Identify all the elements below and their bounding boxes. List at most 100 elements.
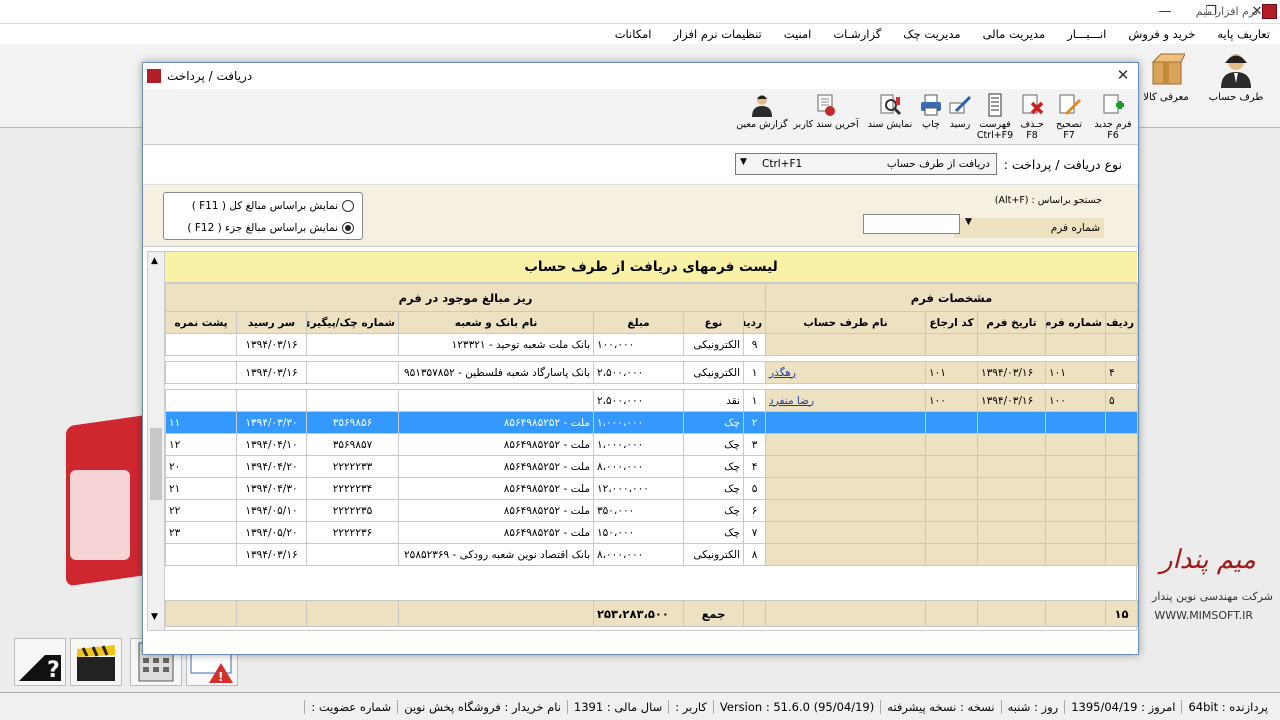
col-bank[interactable]: نام بانک و شعبه <box>398 311 595 334</box>
col-form-number[interactable]: شماره فرم <box>1045 311 1107 334</box>
menu-security[interactable]: امنیت <box>784 27 812 41</box>
menu-reports[interactable]: گزارشـات <box>833 27 881 41</box>
menu-settings[interactable]: تنظیمات نرم افزار <box>673 27 761 41</box>
col-back-number[interactable]: پشت نمره <box>164 311 238 334</box>
col-amount[interactable]: مبلغ <box>593 311 685 334</box>
menu-cheques[interactable]: مدیریت چک <box>903 27 960 41</box>
grid-scrollbar[interactable]: ▲ ▼ <box>148 252 165 630</box>
radio-detail-amounts[interactable]: نمایش براساس مبالغ جزء ( F12 ) <box>187 222 354 234</box>
cell-bank <box>398 389 595 412</box>
background-logo-detail <box>70 470 130 560</box>
grid-group-header: مشخصات فرم ریز مبالغ موجود در فرم <box>164 283 1139 312</box>
table-row[interactable]: ۴ ۱۰۱ ۱۳۹۴/۰۳/۱۶ ۱۰۱ رهگذر ۱ الکترونیکی ۲،۵۰۰،۰… <box>164 361 1139 384</box>
col-form-date[interactable]: تاریخ فرم <box>977 311 1047 334</box>
menu-base-definitions[interactable]: تعاریف پایه <box>1217 27 1270 41</box>
table-row[interactable]: ۹ الکترونیکی ۱۰۰،۰۰۰ بانک ملت شعبه توحید - … <box>164 333 1139 356</box>
help-button[interactable]: ? <box>14 638 66 686</box>
maximize-button[interactable]: ❐ <box>1188 0 1234 24</box>
summary-empty-cell <box>743 600 766 627</box>
delete-button[interactable]: حـذف F8 <box>1015 91 1049 141</box>
cell-party-name <box>765 477 927 500</box>
cell-bank: ملت - ۸۵۶۴۹۸۵۲۵۲ <box>398 455 595 478</box>
cell-sub-row: ۳ <box>743 433 767 456</box>
col-sub-row[interactable]: ردیف <box>743 311 767 334</box>
table-row[interactable]: ۵ ۱۰۰ ۱۳۹۴/۰۳/۱۶ ۱۰۰ رضا منفرد ۱ نقد ۲،۵۰۰،۰۰۰ <box>164 389 1139 412</box>
cell-bank: ملت - ۸۵۶۴۹۸۵۲۵۲ <box>398 499 595 522</box>
cell-type: نقد <box>683 389 745 412</box>
dialog-toolbar: فرم جدید F6 تصحیح F7 حـذف F8 فهرست Ctrl+F9 ر… <box>143 89 1138 145</box>
scroll-thumb[interactable] <box>150 428 162 500</box>
cell-form-date <box>977 499 1047 522</box>
table-row[interactable]: ۵ چک ۱۲،۰۰۰،۰۰۰ ملت - ۸۵۶۴۹۸۵۲۵۲ ۲۲۲۲۲۳۴ ۱۳۹۴… <box>164 477 1139 500</box>
new-form-button[interactable]: فرم جدید F6 <box>1091 91 1135 141</box>
cell-party-name <box>765 333 927 356</box>
cell-due-date: ۱۳۹۴/۰۳/۳۰ <box>236 411 308 434</box>
cell-back-number: ۱۱ <box>164 411 238 434</box>
col-row[interactable]: ردیف <box>1105 311 1139 334</box>
summary-count: ۱۵ <box>1105 600 1138 627</box>
print-button[interactable]: چاپ <box>917 91 945 130</box>
cell-form-date: ۱۳۹۴/۰۳/۱۶ <box>977 361 1047 384</box>
cell-row <box>1105 433 1139 456</box>
cell-ref-code <box>925 477 979 500</box>
menu-warehouse[interactable]: انـــبـــار <box>1067 27 1106 41</box>
cell-back-number: ۱۲ <box>164 433 238 456</box>
table-row[interactable]: ۶ چک ۳۵۰،۰۰۰ ملت - ۸۵۶۴۹۸۵۲۵۲ ۲۲۲۲۲۳۵ ۱۳۹۴/۰۵… <box>164 499 1139 522</box>
company-signature: میم پندار <box>1160 545 1256 575</box>
receive-pay-dialog: دریافت / پرداخت ✕ فرم جدید F6 تصحیح F7 حـذ… <box>142 62 1139 655</box>
media-button[interactable] <box>70 638 122 686</box>
cell-ref-code <box>925 433 979 456</box>
cell-party-name[interactable]: رضا منفرد <box>765 389 927 412</box>
last-user-document-icon <box>817 94 835 116</box>
type-label: نوع دریافت / پرداخت : <box>1003 157 1122 172</box>
menu-financial[interactable]: مدیریت مالی <box>983 27 1046 41</box>
ledger-report-button[interactable]: گزارش معین <box>735 91 789 130</box>
last-user-document-button[interactable]: آخرین سند کاربر <box>789 91 863 130</box>
account-party-button[interactable]: طرف حساب <box>1206 48 1266 124</box>
table-row[interactable]: ۳ چک ۱،۰۰۰،۰۰۰ ملت - ۸۵۶۴۹۸۵۲۵۲ ۳۵۶۹۸۵۷ ۱۳۹۴/… <box>164 433 1139 456</box>
cell-form-number <box>1045 543 1107 566</box>
scroll-down-icon[interactable]: ▼ <box>151 612 158 622</box>
delete-label: حـذف <box>1020 119 1044 130</box>
col-cheque-number[interactable]: شماره چک/پیگیری <box>306 311 400 334</box>
scroll-up-icon[interactable]: ▲ <box>151 256 158 266</box>
cell-party-name[interactable]: رهگذر <box>765 361 927 384</box>
edit-icon <box>1059 94 1081 115</box>
menu-purchase-sales[interactable]: خرید و فروش <box>1128 27 1195 41</box>
goods-intro-button[interactable]: معرفی کالا <box>1136 48 1196 124</box>
table-row[interactable]: ۴ چک ۸،۰۰۰،۰۰۰ ملت - ۸۵۶۴۹۸۵۲۵۲ ۲۲۲۲۲۳۳ ۱۳۹۴/… <box>164 455 1139 478</box>
cell-due-date: ۱۳۹۴/۰۴/۱۰ <box>236 433 308 456</box>
radio-total-amounts[interactable]: نمایش براساس مبالغ کل ( F11 ) <box>192 200 354 212</box>
help-icon: ? <box>19 655 61 683</box>
dialog-close-button[interactable]: ✕ <box>1113 66 1133 84</box>
col-ref-code[interactable]: کد ارجاع <box>925 311 979 334</box>
cell-form-date <box>977 477 1047 500</box>
cell-form-number <box>1045 411 1107 434</box>
amount-display-options: نمایش براساس مبالغ کل ( F11 ) نمایش براس… <box>163 192 363 240</box>
form-number-search-input[interactable] <box>863 214 960 234</box>
table-row[interactable]: ۷ چک ۱۵۰،۰۰۰ ملت - ۸۵۶۴۹۸۵۲۵۲ ۲۲۲۲۲۳۶ ۱۳۹۴/۰۵… <box>164 521 1139 544</box>
close-window-button[interactable]: ✕ <box>1234 0 1280 24</box>
view-document-button[interactable]: نمایش سند <box>863 91 917 130</box>
col-party-name[interactable]: نام طرف حساب <box>765 311 927 334</box>
table-row[interactable]: ۲ چک ۱،۰۰۰،۰۰۰ ملت - ۸۵۶۴۹۸۵۲۵۲ ۳۵۶۹۸۵۶ ۱۳۹۴/… <box>164 411 1139 434</box>
col-type[interactable]: نوع <box>683 311 745 334</box>
minimize-button[interactable]: — <box>1142 0 1188 24</box>
cell-bank: ملت - ۸۵۶۴۹۸۵۲۵۲ <box>398 411 595 434</box>
edit-button[interactable]: تصحیح F7 <box>1049 91 1089 141</box>
cell-row <box>1105 477 1139 500</box>
receipt-button[interactable]: رسید <box>945 91 975 130</box>
user-icon <box>1221 54 1251 88</box>
cell-row <box>1105 333 1139 356</box>
search-dropdown-icon[interactable]: ▼ <box>965 217 972 227</box>
grid-table: مشخصات فرم ریز مبالغ موجود در فرم ردیف ش… <box>164 283 1139 592</box>
table-row[interactable]: ۸ الکترونیکی ۸،۰۰۰،۰۰۰ بانک اقتصاد نوین شعب… <box>164 543 1139 566</box>
type-select[interactable]: دریافت از طرف حساب Ctrl+F1 ▼ <box>735 153 997 175</box>
cell-row <box>1105 499 1139 522</box>
cell-cheque-number: ۳۵۶۹۸۵۷ <box>306 433 400 456</box>
menu-tools[interactable]: امکانات <box>615 27 652 41</box>
cell-back-number <box>164 333 238 356</box>
list-button[interactable]: فهرست Ctrl+F9 <box>975 91 1015 141</box>
grid-title: لیست فرمهای دریافت از طرف حساب <box>165 252 1137 283</box>
col-due-date[interactable]: سر رسید <box>236 311 308 334</box>
